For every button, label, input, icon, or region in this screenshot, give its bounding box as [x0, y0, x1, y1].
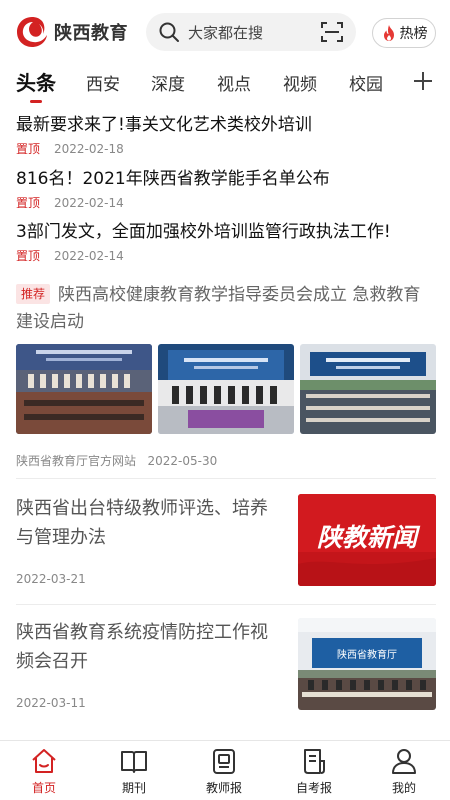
add-channel-icon[interactable] [412, 70, 434, 92]
news-date: 2022-02-18 [54, 141, 124, 156]
hot-list-label: 热榜 [399, 26, 428, 42]
pinned-tag: 置顶 [16, 249, 41, 263]
news-list-item[interactable]: 陕西省教育系统疫情防控工作视频会召开 2022-03-11 陕西省教育厅 [16, 618, 436, 728]
book-icon [121, 751, 147, 773]
home-icon [32, 749, 56, 773]
user-icon [392, 749, 416, 774]
meeting-photo [300, 344, 436, 434]
nav-profile-label: 我的 [391, 781, 416, 795]
recommended-image-strip [16, 344, 436, 434]
search-placeholder: 大家都在搜 [188, 23, 264, 42]
news-title: 最新要求来了!事关文化艺术类校外培训 [16, 115, 312, 135]
nav-journal[interactable]: 期刊 [94, 747, 174, 796]
nav-teacher-paper-label: 教师报 [205, 781, 242, 795]
logo-swirl-icon [17, 17, 47, 47]
search-bar[interactable]: 大家都在搜 [146, 13, 356, 51]
divider [16, 478, 436, 479]
scan-icon[interactable] [320, 20, 344, 44]
pinned-news-item[interactable]: 最新要求来了!事关文化艺术类校外培训 置顶 2022-02-18 [16, 114, 436, 157]
news-date: 2022-03-21 [16, 572, 86, 586]
news-title: 816名！2021年陕西省教学能手名单公布 [16, 169, 330, 189]
tab-xian[interactable]: 西安 [86, 70, 120, 95]
app-logo[interactable]: 陕西教育 [14, 14, 128, 50]
news-thumbnail: 陕西省教育厅 [298, 618, 436, 710]
news-thumbnail: 陕教新闻 [298, 494, 436, 586]
hot-list-button[interactable]: 热榜 [372, 18, 436, 48]
news-date: 2022-05-30 [147, 454, 218, 468]
pinned-news-item[interactable]: 3部门发文，全面加强校外培训监管行政执法工作! 置顶 2022-02-14 [16, 221, 436, 264]
news-thumb-text: 陕西省教育厅 [337, 648, 397, 661]
news-list-item[interactable]: 陕西省出台特级教师评选、培养与管理办法 2022-03-21 陕教新闻 [16, 494, 436, 604]
nav-teacher-paper[interactable]: 教师报 [184, 747, 264, 796]
app-header: 陕西教育 大家都在搜 热榜 [0, 0, 450, 64]
recommended-title: 陕西高校健康教育教学指导委员会成立 急救教育建设启动 [16, 285, 421, 332]
news-thumb-text: 陕教新闻 [317, 523, 421, 552]
pinned-tag: 置顶 [16, 142, 41, 156]
pinned-news-item[interactable]: 816名！2021年陕西省教学能手名单公布 置顶 2022-02-14 [16, 168, 436, 211]
app-name: 陕西教育 [54, 23, 128, 44]
nav-exam-paper[interactable]: 自考报 [274, 747, 354, 796]
meeting-photo [16, 344, 152, 434]
exam-paper-icon [304, 749, 325, 774]
recommended-article[interactable]: 推荐 陕西高校健康教育教学指导委员会成立 急救教育建设启动 陕西省教育厅官方网站… [16, 282, 436, 468]
news-date: 2022-02-14 [54, 248, 124, 263]
meeting-photo [158, 344, 294, 434]
newspaper-icon [213, 749, 235, 774]
channel-tabs: 头条 西安 深度 视点 视频 校园 [0, 64, 450, 106]
news-title: 陕西省出台特级教师评选、培养与管理办法 [16, 498, 268, 548]
news-date: 2022-02-14 [54, 195, 124, 210]
flame-icon [383, 25, 394, 41]
nav-journal-label: 期刊 [121, 781, 146, 795]
recommend-badge: 推荐 [16, 284, 51, 304]
bottom-navigation: 首页 期刊 教师报 自考报 我的 [0, 740, 450, 800]
divider [16, 604, 436, 605]
search-icon [159, 22, 179, 42]
tab-headline[interactable]: 头条 [16, 67, 56, 96]
nav-home[interactable]: 首页 [4, 747, 84, 796]
nav-home-label: 首页 [31, 781, 56, 795]
tab-depth[interactable]: 深度 [151, 70, 185, 95]
tab-viewpoint[interactable]: 视点 [217, 70, 251, 95]
tab-campus[interactable]: 校园 [349, 70, 383, 95]
news-title: 3部门发文，全面加强校外培训监管行政执法工作! [16, 222, 391, 242]
pinned-tag: 置顶 [16, 196, 41, 210]
nav-exam-paper-label: 自考报 [295, 781, 332, 795]
news-source: 陕西省教育厅官方网站 [16, 454, 137, 468]
active-tab-indicator [30, 100, 42, 103]
news-title: 陕西省教育系统疫情防控工作视频会召开 [16, 622, 268, 672]
nav-profile[interactable]: 我的 [364, 747, 444, 796]
news-date: 2022-03-11 [16, 696, 86, 710]
recommended-meta: 陕西省教育厅官方网站 2022-05-30 [16, 452, 217, 469]
tab-video[interactable]: 视频 [283, 70, 317, 95]
